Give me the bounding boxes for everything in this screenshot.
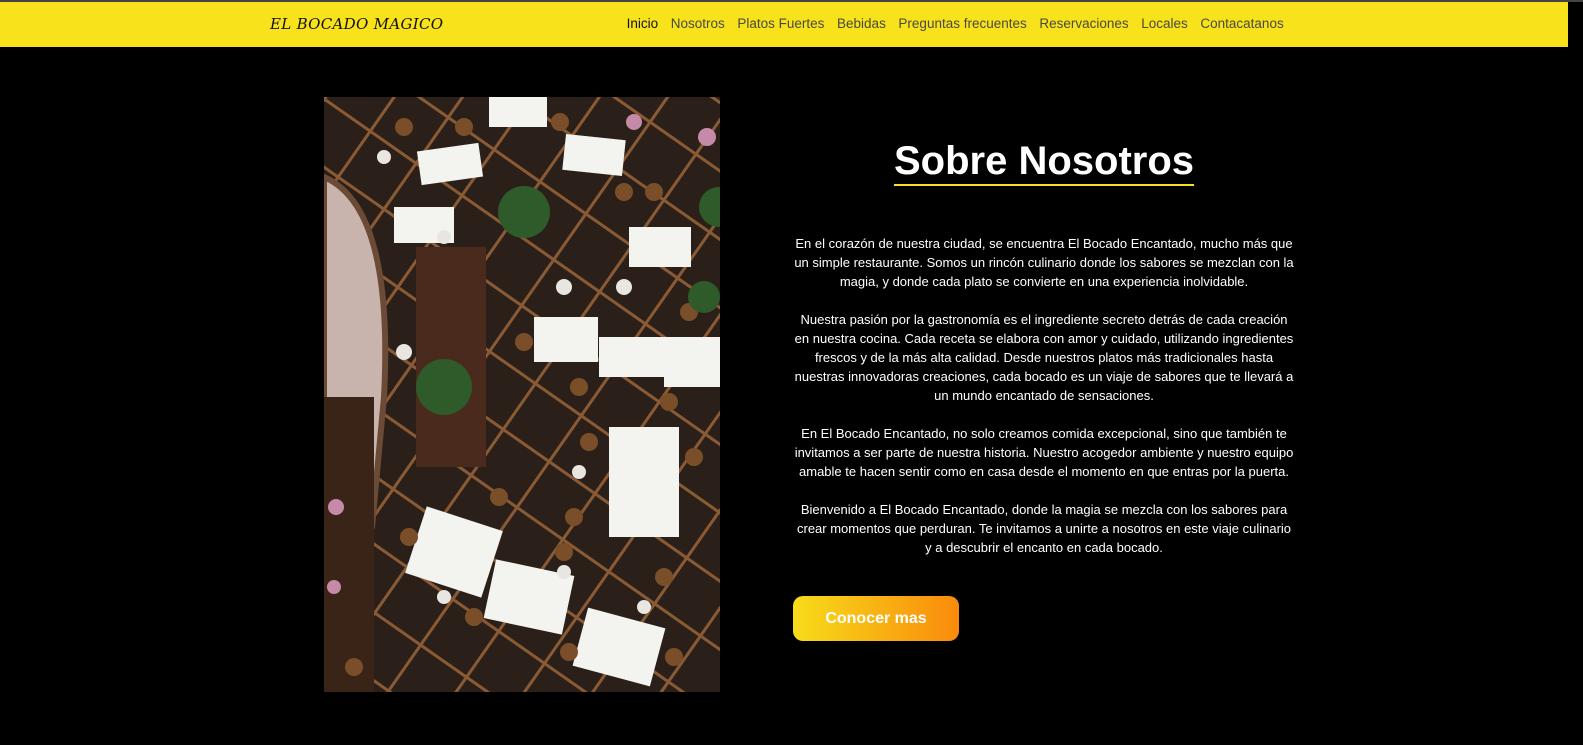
scrollbar[interactable]	[1568, 2, 1583, 745]
about-title-wrap: Sobre Nosotros	[893, 139, 1195, 186]
nav-item-reservaciones[interactable]: Reservaciones	[1033, 16, 1135, 31]
nav-item-contactanos[interactable]: Contacatanos	[1194, 16, 1290, 31]
learn-more-button[interactable]: Conocer mas	[793, 596, 959, 641]
about-paragraph: En el corazón de nuestra ciudad, se encu…	[794, 236, 1294, 289]
about-section: Sobre Nosotros En el corazón de nuestra …	[790, 97, 1298, 576]
about-paragraph: En El Bocado Encantado, no solo creamos …	[794, 426, 1294, 479]
nav-item-platos-fuertes[interactable]: Platos Fuertes	[731, 16, 831, 31]
about-title: Sobre Nosotros	[893, 139, 1195, 183]
about-paragraph: Bienvenido a El Bocado Encantado, donde …	[796, 502, 1292, 555]
about-paragraph: Nuestra pasión por la gastronomía es el …	[794, 312, 1294, 403]
nav-item-preguntas-frecuentes[interactable]: Preguntas frecuentes	[892, 16, 1033, 31]
about-text: En el corazón de nuestra ciudad, se encu…	[790, 234, 1298, 557]
nav-item-inicio[interactable]: Inicio	[620, 16, 664, 31]
nav-menu: Inicio Nosotros Platos Fuertes Bebidas P…	[620, 16, 1290, 31]
restaurant-photo	[324, 97, 720, 692]
nav-item-locales[interactable]: Locales	[1135, 16, 1194, 31]
nav-item-nosotros[interactable]: Nosotros	[664, 16, 731, 31]
navbar: EL BOCADO MAGICO Inicio Nosotros Platos …	[0, 2, 1568, 47]
nav-item-bebidas[interactable]: Bebidas	[831, 16, 892, 31]
brand-logo[interactable]: EL BOCADO MAGICO	[270, 15, 443, 33]
title-underline	[893, 184, 1195, 186]
